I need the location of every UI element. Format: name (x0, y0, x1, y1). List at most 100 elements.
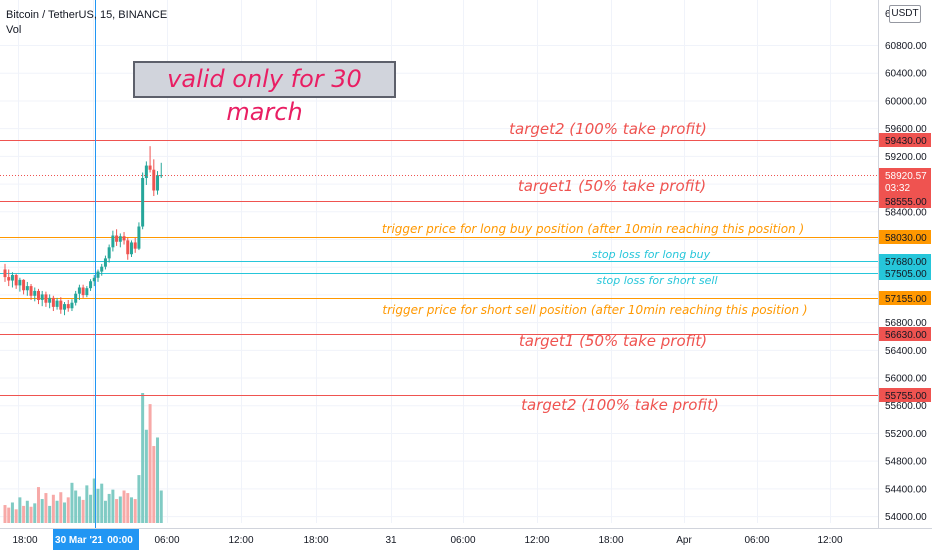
price-tag-label: 58555.00 (885, 197, 927, 208)
candle-body (14, 275, 18, 286)
price-line-annotation: stop loss for short sell (597, 274, 718, 287)
candle-body (89, 281, 93, 289)
price-tick-label: 56400.00 (885, 346, 927, 357)
volume-bar (156, 437, 160, 523)
volume-bar (118, 496, 122, 523)
price-tick-label: 54800.00 (885, 457, 927, 468)
candle-body (118, 236, 122, 242)
volume-bar (141, 393, 145, 523)
candle-body (7, 277, 11, 281)
candle-body (40, 294, 44, 300)
candle-body (111, 235, 115, 248)
candle-body (3, 269, 7, 278)
price-tick-label: 59200.00 (885, 152, 927, 163)
volume-bar (59, 492, 63, 523)
price-tag-label: 58030.00 (885, 233, 927, 244)
volume-bar (100, 483, 104, 523)
volume-bar (144, 429, 148, 523)
candle-body (148, 165, 152, 170)
candle-body (129, 242, 133, 255)
candle-body (33, 290, 37, 296)
price-tag-label: 55755.00 (885, 391, 927, 402)
candle-body (70, 302, 74, 309)
candle-body (55, 300, 59, 307)
volume-bar (48, 505, 52, 523)
volume-bar (29, 506, 33, 523)
volume-bar (107, 493, 111, 523)
time-tick-label: 31 (385, 535, 397, 546)
volume-label: Vol (6, 24, 22, 36)
price-tick-label: 58400.00 (885, 207, 927, 218)
note-box: valid only for 30 march (133, 61, 396, 126)
price-line-annotation: trigger price for long buy position (aft… (382, 222, 804, 236)
price-tag-label: 56630.00 (885, 330, 927, 341)
candle-body (115, 235, 119, 242)
price-line-annotation: stop loss for long buy (592, 248, 711, 261)
volume-bar (96, 488, 100, 523)
volume-bar (159, 490, 163, 523)
current-price-value: 58920.57 (885, 171, 927, 182)
volume-bar (77, 496, 81, 523)
candle-body (63, 304, 67, 310)
volume-bar (40, 499, 44, 523)
candle-body (44, 294, 48, 303)
price-tick-label: 56000.00 (885, 374, 927, 385)
price-tick-label: 55600.00 (885, 401, 927, 412)
volume-bar (63, 502, 67, 523)
time-tick-label: 18:00 (303, 535, 328, 546)
candle-body (100, 266, 104, 272)
volume-bar (126, 493, 130, 523)
time-tick-label: 06:00 (450, 535, 475, 546)
volume-bar (36, 487, 40, 523)
volume-bar (7, 507, 11, 523)
time-tick-label: 12:00 (228, 535, 253, 546)
price-tick-label: 60800.00 (885, 41, 927, 52)
candle-body (141, 178, 145, 227)
time-tick-label: 12:00 (817, 535, 842, 546)
time-tick-label: 06:00 (744, 535, 769, 546)
volume-bar (129, 497, 133, 523)
candle-body (48, 297, 52, 303)
price-tag-label: 57505.00 (885, 269, 927, 280)
price-tag-label: 59430.00 (885, 136, 927, 147)
candle-body (107, 247, 111, 259)
symbol-legend: Bitcoin / TetherUS, 15, BINANCE Vol (6, 8, 167, 38)
volume-bar (3, 505, 7, 523)
volume-bar (115, 499, 119, 523)
candle-body (137, 226, 141, 249)
volume-bar (111, 489, 115, 523)
candle-body (22, 279, 26, 291)
volume-bar (33, 503, 37, 523)
price-tick-label: 55200.00 (885, 429, 927, 440)
price-tick-label: 54400.00 (885, 484, 927, 495)
currency-badge[interactable]: USDT (889, 5, 921, 23)
volume-bar (14, 509, 18, 523)
volume-bar (51, 494, 55, 523)
candle-body (29, 286, 33, 296)
volume-bar (133, 499, 137, 523)
price-tag-label: 57155.00 (885, 294, 927, 305)
price-line-annotation: target1 (50% take profit) (519, 332, 707, 350)
price-line-annotation: trigger price for short sell position (a… (382, 303, 807, 317)
volume-bar (85, 485, 89, 523)
candle-body (74, 293, 78, 303)
candle-body (66, 304, 70, 309)
candle-body (103, 258, 107, 267)
candle-body (10, 275, 14, 281)
candle-body (156, 175, 160, 191)
time-tick-label: 00:00 (107, 535, 133, 546)
volume-bar (137, 475, 141, 523)
price-tick-label: 60400.00 (885, 69, 927, 80)
symbol-title: Bitcoin / TetherUS, 15, BINANCE (6, 9, 168, 21)
candle-body (18, 279, 22, 286)
candle-body (59, 300, 63, 310)
time-tick-label: 18:00 (12, 535, 37, 546)
candle-body (126, 240, 130, 255)
volume-bar (152, 446, 156, 523)
volume-bar (18, 497, 22, 523)
volume-bar (89, 494, 93, 523)
price-line-annotation: target2 (100% take profit) (521, 396, 719, 414)
price-tick-label: 54000.00 (885, 512, 927, 523)
candle-body (152, 169, 156, 191)
volume-bar (10, 502, 14, 523)
